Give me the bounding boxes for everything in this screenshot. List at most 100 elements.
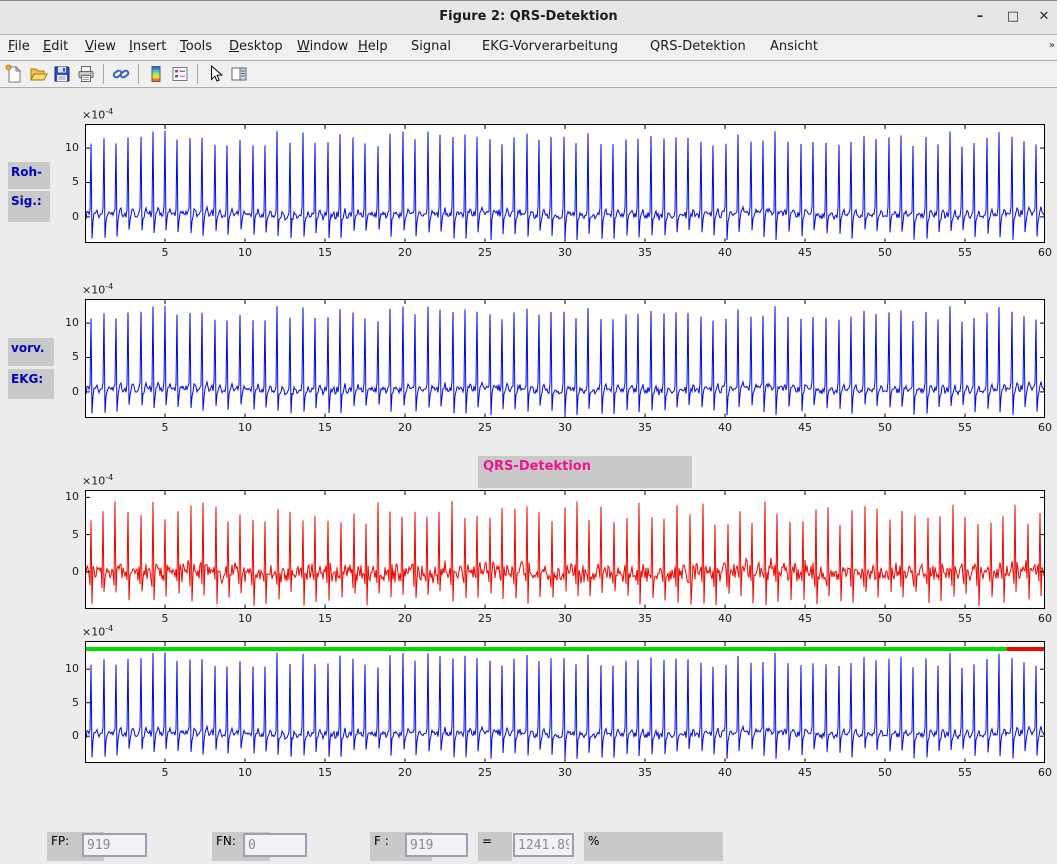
x-tick-label: 55 bbox=[951, 246, 979, 259]
roh-signal-plot-canvas bbox=[85, 124, 1045, 243]
qrs-detektion-plot-canvas bbox=[85, 490, 1045, 609]
y-tick-label: 10 bbox=[53, 316, 79, 329]
y-axis-exponent-label: ×10-4 bbox=[82, 107, 113, 122]
fn-input[interactable] bbox=[243, 833, 307, 857]
f-measure-result-input[interactable] bbox=[513, 833, 574, 857]
save-figure-icon[interactable] bbox=[51, 63, 73, 85]
vorverarbeitetes-ekg-plot bbox=[85, 299, 1045, 418]
menu-item-tools[interactable]: Tools bbox=[180, 39, 212, 54]
new-document-icon[interactable] bbox=[3, 63, 25, 85]
x-tick-label: 30 bbox=[551, 421, 579, 434]
menu-item-signal[interactable]: Signal bbox=[411, 39, 451, 54]
print-figure-icon[interactable] bbox=[75, 63, 97, 85]
x-tick-label: 15 bbox=[311, 612, 339, 625]
menu-item-desktop[interactable]: Desktop bbox=[229, 39, 283, 54]
link-plot-icon[interactable] bbox=[110, 63, 132, 85]
x-tick-label: 35 bbox=[631, 421, 659, 434]
edit-plot-icon[interactable] bbox=[204, 63, 226, 85]
y-tick-label: 0 bbox=[53, 385, 79, 398]
y-axis-exponent-label: ×10-4 bbox=[82, 624, 113, 639]
x-tick-label: 35 bbox=[631, 246, 659, 259]
x-tick-label: 40 bbox=[711, 246, 739, 259]
insert-colorbar-icon[interactable] bbox=[145, 63, 167, 85]
y-tick-label: 5 bbox=[53, 696, 79, 709]
x-tick-label: 15 bbox=[311, 246, 339, 259]
x-tick-label: 30 bbox=[551, 766, 579, 779]
toolbar-separator bbox=[197, 64, 198, 84]
x-tick-label: 5 bbox=[151, 612, 179, 625]
x-tick-label: 20 bbox=[391, 246, 419, 259]
x-tick-label: 45 bbox=[791, 612, 819, 625]
fp-input[interactable] bbox=[82, 833, 147, 857]
x-tick-label: 60 bbox=[1031, 766, 1057, 779]
x-tick-label: 20 bbox=[391, 421, 419, 434]
label-roh: Roh- bbox=[8, 162, 50, 189]
x-tick-label: 55 bbox=[951, 766, 979, 779]
x-tick-label: 20 bbox=[391, 766, 419, 779]
y-tick-label: 10 bbox=[53, 141, 79, 154]
roh-signal-plot bbox=[85, 124, 1045, 243]
x-tick-label: 40 bbox=[711, 612, 739, 625]
x-tick-label: 60 bbox=[1031, 246, 1057, 259]
insert-legend-icon[interactable] bbox=[169, 63, 191, 85]
y-tick-label: 0 bbox=[53, 210, 79, 223]
x-tick-label: 5 bbox=[151, 246, 179, 259]
x-tick-label: 10 bbox=[231, 612, 259, 625]
y-tick-label: 10 bbox=[53, 662, 79, 675]
x-tick-label: 30 bbox=[551, 612, 579, 625]
title-bar[interactable]: Figure 2: QRS-Detektion –□✕ bbox=[0, 1, 1057, 35]
x-tick-label: 25 bbox=[471, 612, 499, 625]
y-tick-label: 5 bbox=[53, 528, 79, 541]
minimize-button[interactable]: – bbox=[969, 7, 991, 27]
x-tick-label: 40 bbox=[711, 766, 739, 779]
x-tick-label: 45 bbox=[791, 766, 819, 779]
menu-item-qrs-detektion[interactable]: QRS-Detektion bbox=[650, 39, 746, 54]
x-tick-label: 20 bbox=[391, 612, 419, 625]
figure-window: Figure 2: QRS-Detektion –□✕ FileEditView… bbox=[0, 0, 1057, 864]
x-tick-label: 5 bbox=[151, 766, 179, 779]
y-axis-exponent-label: ×10-4 bbox=[82, 282, 113, 297]
menu-item-file[interactable]: File bbox=[8, 39, 30, 54]
equals-label: = bbox=[478, 832, 512, 861]
f-input[interactable] bbox=[405, 833, 468, 857]
menu-overflow-icon[interactable]: » bbox=[1049, 40, 1055, 51]
x-tick-label: 50 bbox=[871, 421, 899, 434]
menu-item-ansicht[interactable]: Ansicht bbox=[770, 39, 818, 54]
menu-item-window[interactable]: Window bbox=[297, 39, 348, 54]
y-tick-label: 0 bbox=[53, 565, 79, 578]
detektion-overlay-plot-canvas bbox=[85, 641, 1045, 763]
menu-item-ekg-vorverarbeitung[interactable]: EKG-Vorverarbeitung bbox=[482, 39, 618, 54]
menu-item-help[interactable]: Help bbox=[358, 39, 388, 54]
toolbar-separator bbox=[103, 64, 104, 84]
y-tick-label: 0 bbox=[53, 729, 79, 742]
x-tick-label: 50 bbox=[871, 612, 899, 625]
label-vorv: vorv. bbox=[8, 338, 54, 366]
menu-item-insert[interactable]: Insert bbox=[129, 39, 166, 54]
menu-item-edit[interactable]: Edit bbox=[43, 39, 68, 54]
maximize-button[interactable]: □ bbox=[1002, 7, 1024, 27]
y-tick-label: 5 bbox=[53, 175, 79, 188]
x-tick-label: 15 bbox=[311, 766, 339, 779]
x-tick-label: 45 bbox=[791, 246, 819, 259]
close-button[interactable]: ✕ bbox=[1033, 7, 1055, 27]
x-tick-label: 25 bbox=[471, 421, 499, 434]
x-tick-label: 60 bbox=[1031, 421, 1057, 434]
label-sig: Sig.: bbox=[8, 191, 50, 222]
y-tick-label: 10 bbox=[53, 490, 79, 503]
menu-item-view[interactable]: View bbox=[85, 39, 116, 54]
y-tick-label: 5 bbox=[53, 350, 79, 363]
x-tick-label: 45 bbox=[791, 421, 819, 434]
x-tick-label: 10 bbox=[231, 766, 259, 779]
x-tick-label: 60 bbox=[1031, 612, 1057, 625]
open-file-icon[interactable] bbox=[27, 63, 49, 85]
x-tick-label: 10 bbox=[231, 421, 259, 434]
x-tick-label: 35 bbox=[631, 766, 659, 779]
plot-tools-icon[interactable] bbox=[228, 63, 250, 85]
qrs-detektion-plot bbox=[85, 490, 1045, 609]
x-tick-label: 30 bbox=[551, 246, 579, 259]
label-ekg: EKG: bbox=[8, 369, 54, 399]
figure-canvas: Roh- Sig.: vorv. EKG: QRS-Detektion 0510… bbox=[0, 88, 1057, 864]
x-tick-label: 40 bbox=[711, 421, 739, 434]
x-tick-label: 35 bbox=[631, 612, 659, 625]
menu-bar: File Edit View Insert Tools Desktop Window Help… bbox=[0, 35, 1057, 61]
